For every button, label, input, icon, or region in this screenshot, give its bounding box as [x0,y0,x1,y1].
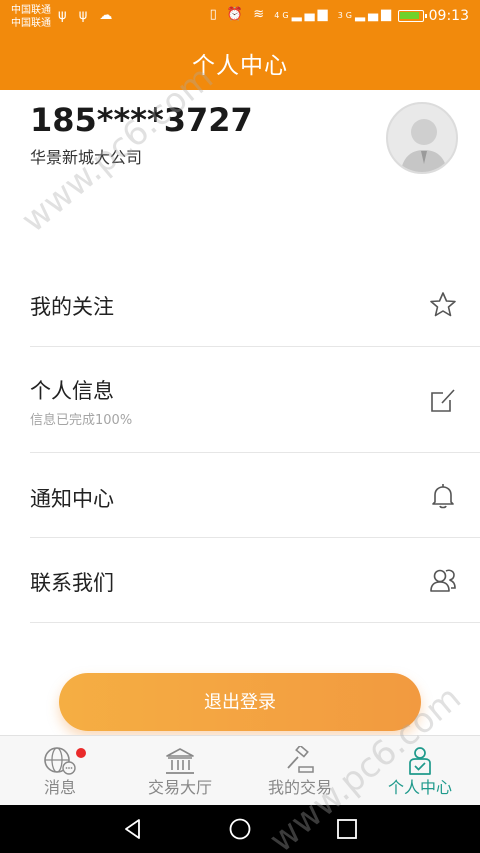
menu-item-label: 联系我们 [30,571,114,595]
contacts-icon [430,569,456,592]
menu-item-personal-info[interactable]: 个人信息 信息已完成100% [30,347,480,453]
bank-icon [166,748,194,774]
recent-apps-icon[interactable] [335,817,359,841]
signal-icons: ▯ ⏰ ≋ 4G▂▄▆ 3G▂▄▆ [210,7,394,22]
menu-item-label: 我的关注 [30,295,114,319]
menu-item-contact[interactable]: 联系我们 [30,538,480,623]
menu-item-follow[interactable]: 我的关注 [30,262,480,347]
vibrate-icon: ▯ [209,7,220,22]
wifi-icon: ≋ [253,7,268,22]
carrier-2: 中国联通 [11,18,51,29]
alarm-icon: ⏰ [226,7,247,22]
avatar[interactable] [386,102,458,174]
menu-item-label: 通知中心 [30,487,114,511]
header-bar: 中国联通 中国联通 ψ ψ ☁ ▯ ⏰ ≋ 4G▂▄▆ 3G▂▄▆ 09:13 … [0,0,480,90]
back-icon[interactable] [121,817,145,841]
tab-messages[interactable]: 消息 [0,736,120,806]
network-3g-label: 3G [337,11,355,20]
message-globe-icon [44,747,76,775]
signal-icon-2: ▂▄▆ [355,7,394,22]
carrier-info: 中国联通 中国联通 [11,4,51,30]
menu-item-label: 个人信息 [30,379,114,403]
home-icon[interactable] [228,817,252,841]
usb-icon: ψ ψ ☁ [58,8,117,23]
battery-icon [398,10,427,22]
menu-item-notifications[interactable]: 通知中心 [30,453,480,538]
logout-button[interactable]: 退出登录 [59,673,421,731]
bell-icon [432,484,454,509]
menu-item-sub: 信息已完成100% [30,413,133,428]
carrier-1: 中国联通 [11,5,51,16]
page-title: 个人中心 [192,53,288,79]
tab-label: 交易大厅 [147,778,212,797]
network-4g-label: 4G [274,11,292,20]
system-nav-bar [0,805,480,853]
avatar-person-icon [400,119,448,172]
signal-icon: ▂▄▆ [291,7,331,22]
auction-hammer-icon [287,746,314,773]
status-time: 09:13 [428,8,469,24]
star-icon [430,292,456,317]
unread-badge [76,748,86,758]
tab-label: 消息 [43,778,76,797]
status-bar: 中国联通 中国联通 ψ ψ ☁ ▯ ⏰ ≋ 4G▂▄▆ 3G▂▄▆ 09:13 [0,0,480,34]
tab-trading-hall[interactable]: 交易大厅 [120,736,240,806]
edit-icon [431,389,455,412]
